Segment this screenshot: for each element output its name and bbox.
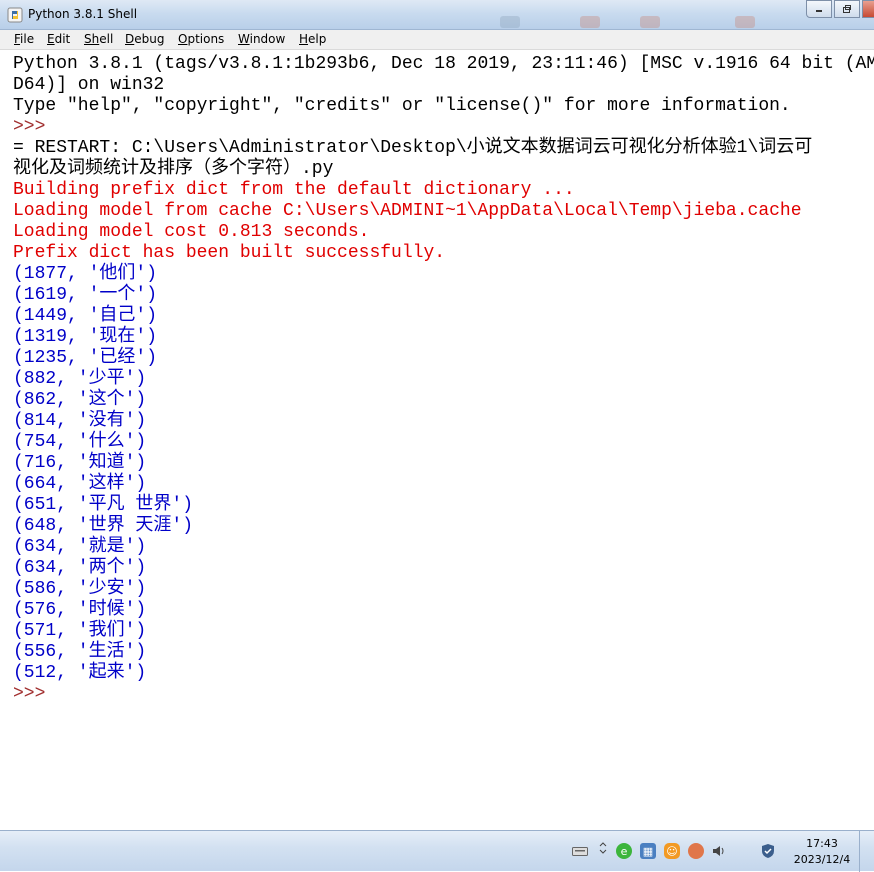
menu-edit[interactable]: Edit bbox=[47, 32, 70, 46]
shell-line: (882, '少平') bbox=[13, 369, 147, 389]
menu-file[interactable]: File bbox=[14, 32, 34, 46]
background-blur bbox=[735, 16, 755, 28]
menu-debug[interactable]: Debug bbox=[125, 32, 164, 46]
shell-line: Loading model from cache C:\Users\ADMINI… bbox=[13, 201, 802, 221]
shell-line: (586, '少安') bbox=[13, 579, 147, 599]
orange-app-icon[interactable]: ☺ bbox=[664, 843, 680, 859]
shell-prompt: >>> bbox=[13, 684, 46, 704]
clock-time: 17:43 bbox=[806, 837, 838, 850]
shell-line: (576, '时候') bbox=[13, 600, 147, 620]
minimize-icon bbox=[816, 10, 822, 12]
taskbar: e ▦ ☺ 17:43 2023/12/4 bbox=[0, 830, 874, 872]
shell-line: (716, '知道') bbox=[13, 453, 147, 473]
network-icon[interactable]: ▦ bbox=[640, 843, 656, 859]
menu-bar: File Edit Shell Debug Options Window Hel… bbox=[0, 30, 874, 50]
shield-icon[interactable] bbox=[760, 843, 776, 859]
shell-prompt: >>> bbox=[13, 117, 46, 137]
system-clock[interactable]: 17:43 2023/12/4 bbox=[786, 836, 858, 868]
python-idle-icon[interactable] bbox=[7, 7, 23, 23]
show-desktop-button[interactable] bbox=[859, 831, 874, 872]
clock-date: 2023/12/4 bbox=[793, 853, 851, 866]
shell-line: (1319, '现在') bbox=[13, 327, 158, 347]
minimize-button[interactable] bbox=[806, 0, 832, 18]
background-blur bbox=[640, 16, 660, 28]
shell-line: (651, '平凡 世界') bbox=[13, 495, 194, 515]
menu-window[interactable]: Window bbox=[238, 32, 285, 46]
restore-icon bbox=[843, 5, 851, 13]
shell-line: (862, '这个') bbox=[13, 390, 147, 410]
shell-line: (556, '生活') bbox=[13, 642, 147, 662]
shell-line: (754, '什么') bbox=[13, 432, 147, 452]
title-bar[interactable]: Python 3.8.1 Shell bbox=[0, 0, 874, 30]
shell-line: (1619, '一个') bbox=[13, 285, 158, 305]
shell-line: = RESTART: C:\Users\Administrator\Deskto… bbox=[13, 138, 813, 158]
shell-line: Type "help", "copyright", "credits" or "… bbox=[13, 96, 791, 116]
volume-icon[interactable] bbox=[711, 843, 727, 859]
green-app-icon[interactable]: e bbox=[616, 843, 632, 859]
shell-line: (634, '两个') bbox=[13, 558, 147, 578]
background-blur bbox=[580, 16, 600, 28]
shell-line: (1877, '他们') bbox=[13, 264, 158, 284]
shell-line: D64)] on win32 bbox=[13, 75, 165, 95]
shell-line: (814, '没有') bbox=[13, 411, 147, 431]
menu-shell[interactable]: Shell bbox=[84, 32, 113, 46]
shell-line: 视化及词频统计及排序（多个字符）.py bbox=[13, 159, 334, 179]
shell-line: (634, '就是') bbox=[13, 537, 147, 557]
background-blur bbox=[500, 16, 520, 28]
window-title: Python 3.8.1 Shell bbox=[28, 7, 138, 21]
shell-line: (648, '世界 天涯') bbox=[13, 516, 194, 536]
menu-help[interactable]: Help bbox=[299, 32, 326, 46]
shell-line: (1235, '已经') bbox=[13, 348, 158, 368]
shell-line: (571, '我们') bbox=[13, 621, 147, 641]
cloud-app-icon[interactable] bbox=[688, 843, 704, 859]
menu-options[interactable]: Options bbox=[178, 32, 224, 46]
shell-line: Loading model cost 0.813 seconds. bbox=[13, 222, 370, 242]
shell-line: Prefix dict has been built successfully. bbox=[13, 243, 446, 263]
maximize-button[interactable] bbox=[834, 0, 860, 18]
shell-line: (664, '这样') bbox=[13, 474, 147, 494]
expand-icon[interactable] bbox=[595, 840, 611, 856]
shell-line: Building prefix dict from the default di… bbox=[13, 180, 575, 200]
close-button[interactable] bbox=[862, 0, 874, 18]
shell-output-area[interactable]: Python 3.8.1 (tags/v3.8.1:1b293b6, Dec 1… bbox=[0, 50, 874, 830]
shell-line: (512, '起来') bbox=[13, 663, 147, 683]
shell-line: Python 3.8.1 (tags/v3.8.1:1b293b6, Dec 1… bbox=[13, 54, 874, 74]
shell-line: (1449, '自己') bbox=[13, 306, 158, 326]
keyboard-icon[interactable] bbox=[572, 843, 588, 859]
window-controls bbox=[806, 0, 874, 20]
